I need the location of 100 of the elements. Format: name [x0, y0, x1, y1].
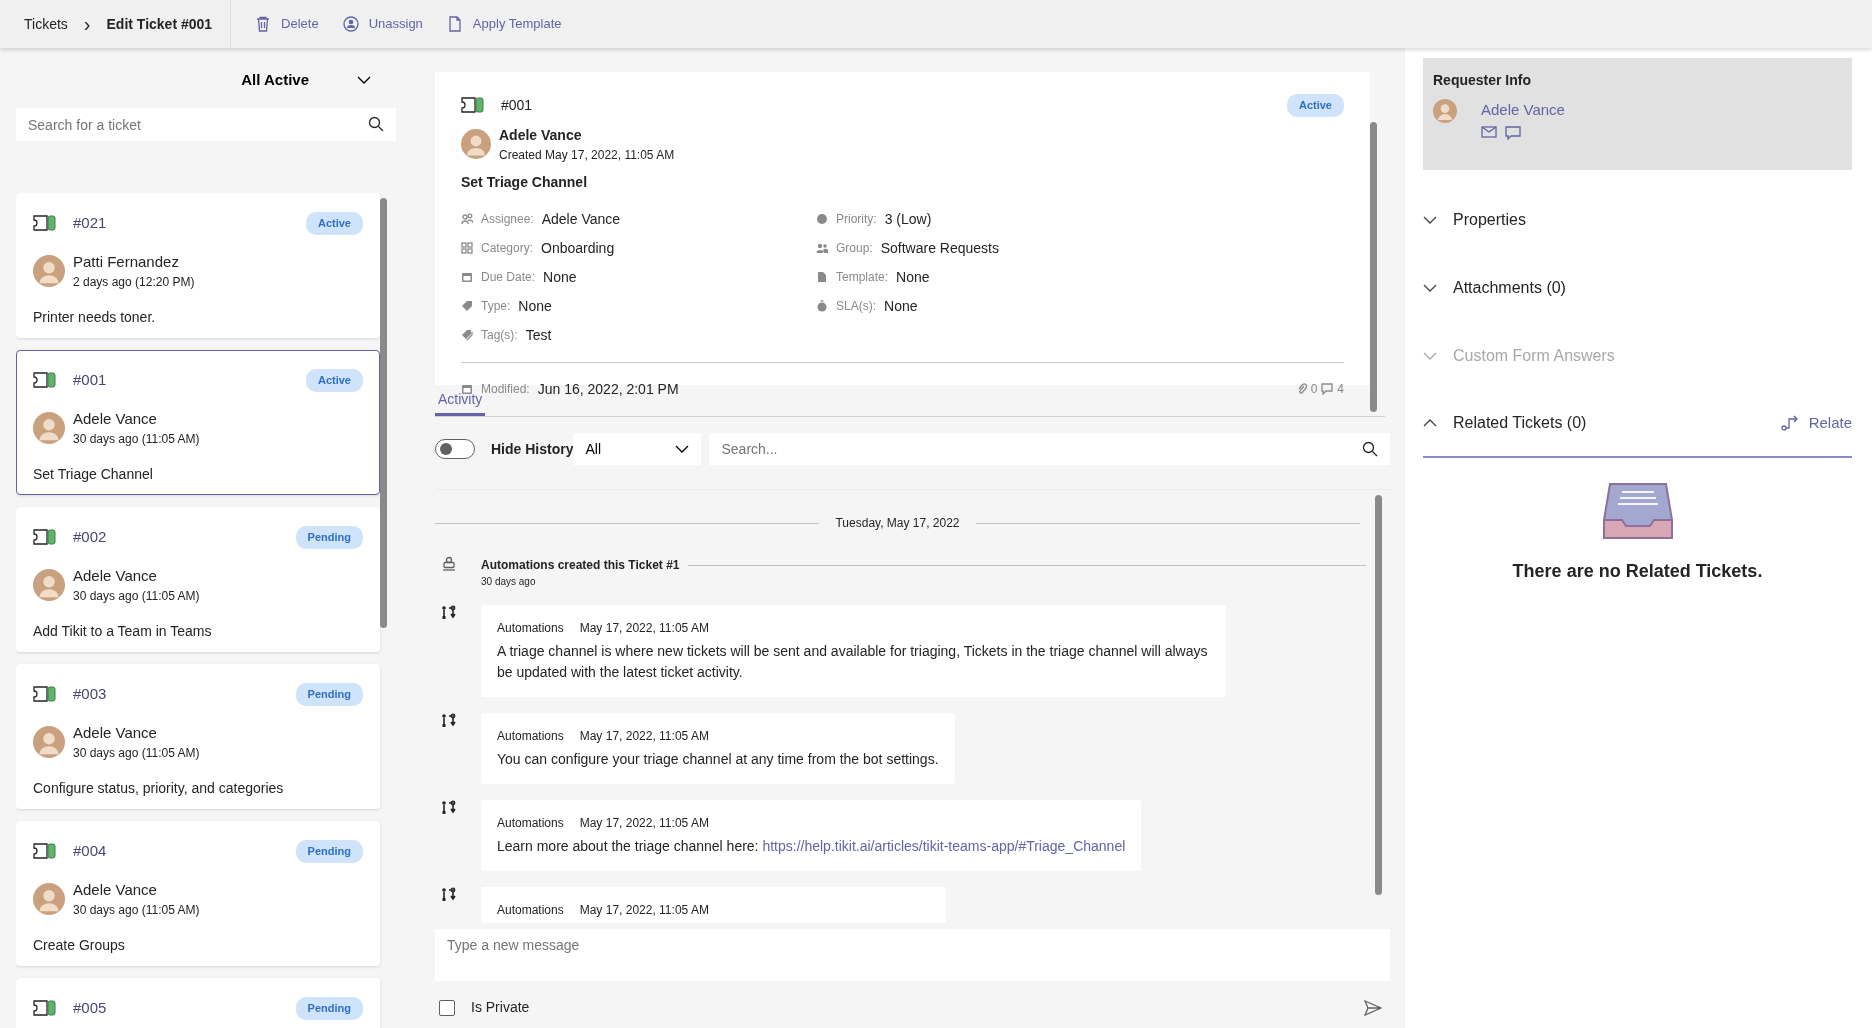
ticket-time: 30 days ago (11:05 AM) — [73, 902, 200, 919]
ticket-card[interactable]: #021 Active Patti Fernandez 2 days ago (12:20 PM) Printer needs toner. — [16, 193, 380, 338]
message-link[interactable]: https://help.tikit.ai/articles/tikit-teams-app/#Triage_Channel — [762, 838, 1126, 854]
ticket-title: Add Tikit to a Team in Teams — [33, 622, 213, 641]
robot-icon — [441, 556, 457, 572]
avatar-icon — [33, 254, 65, 287]
status-badge: Active — [305, 369, 363, 392]
field-label: Priority: — [836, 211, 877, 228]
person-circle-icon — [342, 16, 359, 32]
checkbox[interactable] — [439, 999, 455, 1016]
section-header[interactable]: Properties — [1423, 208, 1526, 232]
field-value: 3 (Low) — [884, 209, 932, 229]
checkbox-label: Is Private — [471, 998, 530, 1017]
ticket-time: 30 days ago (11:05 AM) — [73, 431, 200, 448]
chat-icon[interactable] — [1505, 125, 1521, 140]
field-value: Onboarding — [541, 238, 615, 258]
chevron-down-icon — [1423, 284, 1437, 292]
status-badge: Active — [305, 212, 363, 235]
message-input[interactable]: Type a new message — [435, 929, 1390, 981]
empty-message: There are no Related Tickets. — [1512, 560, 1763, 583]
ticket-time: 2 days ago (12:20 PM) — [73, 274, 195, 291]
scrollbar-thumb[interactable] — [380, 198, 387, 628]
trash-icon — [255, 16, 272, 32]
scrollbar-thumb[interactable] — [1370, 122, 1377, 412]
ticket-title: Configure status, priority, and categories — [33, 779, 285, 798]
ticket-icon — [33, 1000, 57, 1017]
ticket-card[interactable]: #005 Pending — [16, 978, 380, 1028]
message-author: Automations — [497, 902, 564, 919]
chevron-up-icon — [1423, 419, 1437, 427]
status-badge: Pending — [295, 997, 363, 1020]
ticket-title: Printer needs toner. — [33, 308, 157, 327]
tag-icon — [461, 300, 473, 312]
field-value: Test — [525, 325, 552, 345]
ticket-time: 30 days ago (11:05 AM) — [73, 588, 200, 605]
field-label: Assignee: — [481, 211, 534, 228]
toolbar-button[interactable]: Unassign — [334, 14, 431, 34]
breadcrumb-link[interactable]: Tickets — [24, 13, 68, 35]
ticket-number: #005 — [73, 998, 107, 1018]
requester-name: Adele Vance — [73, 722, 158, 743]
attachment-count: 0 — [1310, 381, 1318, 398]
requester-link[interactable]: Adele Vance — [1481, 99, 1565, 122]
mail-icon[interactable] — [1481, 125, 1497, 138]
chevron-down-icon — [1423, 216, 1437, 224]
toolbar-button[interactable]: Apply Template — [438, 14, 570, 34]
ticket-card[interactable]: #002 Pending Adele Vance 30 days ago (11:05 AM) Add Tikit to a Team in Teams — [16, 507, 380, 652]
ticket-icon — [33, 372, 57, 389]
avatar-icon — [1433, 99, 1457, 123]
toolbar-button[interactable]: Delete — [247, 14, 327, 34]
comment-count: 4 — [1337, 381, 1344, 398]
avatar-icon — [33, 568, 65, 601]
ticket-card[interactable]: #004 Pending Adele Vance 30 days ago (11:05 AM) Create Groups — [16, 821, 380, 966]
field-label: Due Date: — [481, 269, 536, 286]
ticket-card[interactable]: #003 Pending Adele Vance 30 days ago (11:05 AM) Configure status, priority, and categories — [16, 664, 380, 809]
flow-icon — [441, 887, 457, 903]
ticket-title: Set Triage Channel — [461, 172, 589, 192]
flow-icon — [441, 800, 457, 816]
ticket-time: 30 days ago (11:05 AM) — [73, 745, 200, 762]
people-icon — [461, 213, 473, 225]
field-value: None — [884, 296, 918, 316]
requester-name: Adele Vance — [499, 125, 583, 145]
field-label: Group: — [836, 240, 873, 257]
message-time: May 17, 2022, 11:05 AM — [579, 815, 709, 832]
search-icon — [368, 116, 384, 132]
tags-icon — [461, 329, 473, 341]
ticket-icon — [33, 529, 57, 546]
avatar-icon — [461, 129, 491, 159]
section-header[interactable]: Attachments (0) — [1423, 276, 1566, 300]
event-time: 30 days ago — [481, 575, 537, 589]
ticket-number: #001 — [73, 370, 107, 390]
section-header[interactable]: Related Tickets (0) — [1423, 411, 1587, 435]
ticket-icon — [33, 686, 57, 703]
message-time: May 17, 2022, 11:05 AM — [579, 902, 709, 919]
field-value: Software Requests — [880, 238, 999, 258]
ticket-number: #003 — [73, 684, 107, 704]
message-time: May 17, 2022, 11:05 AM — [579, 620, 709, 637]
section-title: Requester Info — [1433, 71, 1532, 90]
type-dropdown[interactable]: All — [573, 433, 702, 465]
send-icon[interactable] — [1364, 999, 1382, 1016]
scrollbar-thumb[interactable] — [1375, 495, 1382, 895]
modified-date: Jun 16, 2022, 2:01 PM — [537, 379, 679, 399]
avatar-icon — [33, 725, 65, 758]
relate-button[interactable]: Relate — [1780, 411, 1852, 435]
status-badge: Pending — [295, 840, 363, 863]
chevron-down-icon — [675, 445, 690, 453]
ticket-number: #021 — [73, 213, 107, 233]
document-icon — [446, 16, 463, 32]
paperclip-icon — [1296, 383, 1307, 395]
message-time: May 17, 2022, 11:05 AM — [579, 728, 709, 745]
ticket-card[interactable]: #001 Active Adele Vance 30 days ago (11:05 AM) Set Triage Channel — [16, 350, 380, 495]
calendar-icon — [461, 271, 473, 283]
search-field[interactable]: Search... — [709, 433, 1390, 465]
field-label: Tag(s): — [481, 327, 518, 344]
requester-name: Adele Vance — [73, 879, 158, 900]
search-field[interactable]: Search for a ticket — [16, 108, 396, 141]
requester-name: Patti Fernandez — [73, 251, 180, 272]
field-value: Adele Vance — [541, 209, 621, 229]
message-text: A triage channel is where new tickets will be sent and available for triaging, Tickets in the triage channel will always be updated with the latest ticket activity. — [497, 642, 1209, 682]
filter-dropdown[interactable]: All Active — [235, 68, 377, 92]
message-author: Automations — [497, 815, 564, 832]
toggle-switch[interactable] — [435, 439, 475, 459]
